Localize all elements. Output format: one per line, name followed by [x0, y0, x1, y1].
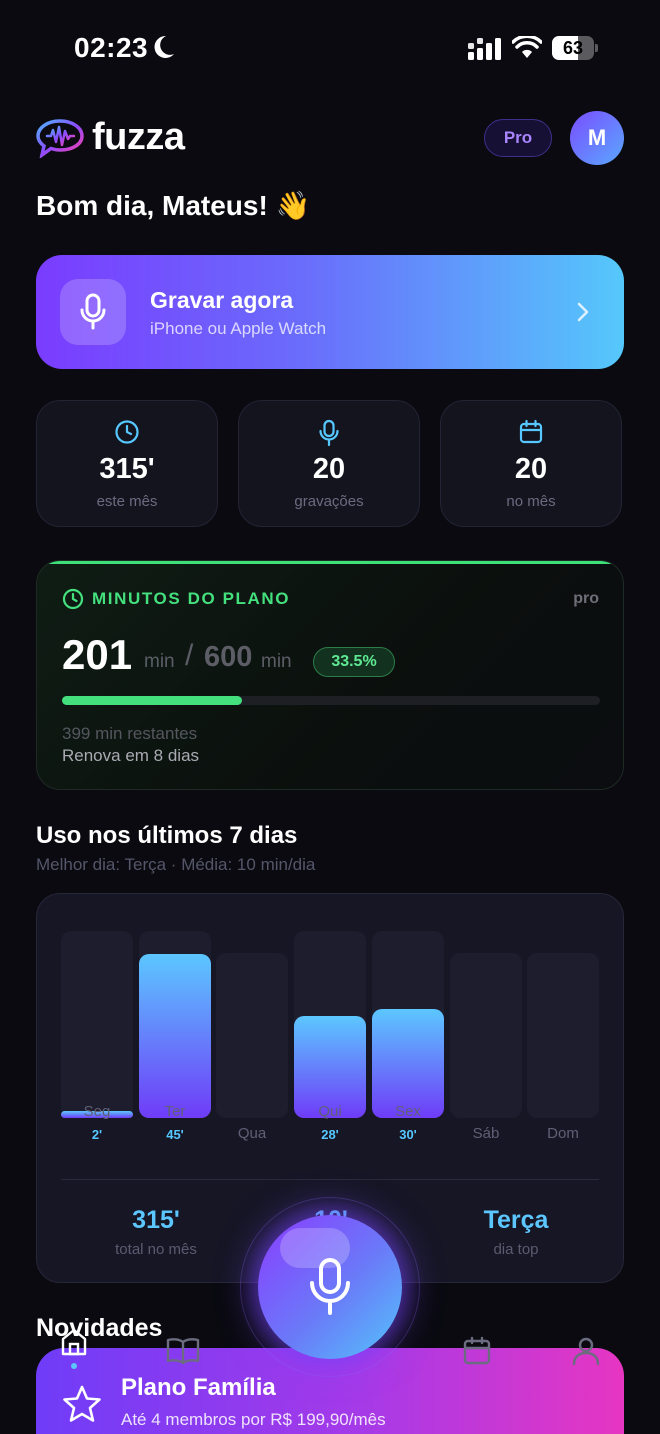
record-now-button[interactable]: Gravar agora iPhone ou Apple Watch: [36, 255, 624, 369]
usage-day-value: 2': [91, 1127, 103, 1142]
fab-highlight: [280, 1228, 350, 1268]
usage-day-label: Qua: [237, 1125, 267, 1142]
battery-icon: 63: [552, 36, 598, 60]
usage-bar: [372, 1009, 444, 1118]
stat-card-minutes: 315' este mês: [36, 400, 218, 527]
usage-summary-top-day: Terça dia top: [426, 1206, 606, 1258]
pro-badge-button[interactable]: Pro: [484, 119, 552, 157]
usage-day-label: Sáb: [472, 1125, 500, 1142]
greeting: Bom dia, Mateus! 👋: [36, 190, 311, 221]
usage-bar-slot: [372, 931, 444, 1118]
stat-label: gravações: [294, 493, 364, 510]
record-mic-box: [60, 279, 126, 345]
wifi-icon: [512, 36, 542, 58]
tab-person-icon[interactable]: [571, 1336, 601, 1366]
usage-day-label: Qui: [318, 1103, 342, 1120]
usage-day-value: 30': [399, 1127, 417, 1142]
usage-day-label: Sex: [395, 1103, 421, 1120]
usage-day-label: Seg: [83, 1103, 111, 1120]
plan-percent-badge: 33.5%: [313, 647, 395, 677]
mic-icon: [319, 419, 339, 447]
stat-card-month: 20 no mês: [440, 400, 622, 527]
status-bar: 02:23 63: [0, 0, 660, 90]
record-subtitle: iPhone ou Apple Watch: [150, 319, 327, 338]
usage-bar: [139, 954, 211, 1118]
usage-day-value: 28': [321, 1127, 339, 1142]
stat-card-recordings: 20 gravações: [238, 400, 420, 527]
moon-icon: [154, 35, 174, 58]
family-plan-title: Plano Família: [121, 1374, 276, 1401]
usage-bar-slot: [450, 953, 522, 1118]
summary-label: total no mês: [115, 1241, 197, 1258]
usage-bar-slot: [139, 931, 211, 1118]
usage-bar-slot: [61, 931, 133, 1118]
plan-minutes-card: MINUTOS DO PLANO pro 201 min / 600 min 3…: [36, 560, 624, 790]
tab-book-icon[interactable]: [166, 1336, 200, 1366]
chevron-right-icon: [577, 302, 589, 322]
logo-icon: [36, 118, 84, 158]
usage-day-value: 45': [166, 1127, 184, 1142]
stat-value: 20: [514, 453, 548, 485]
clock-icon: [62, 588, 84, 610]
usage-day-label: Ter: [164, 1103, 186, 1120]
plan-progress-track: [62, 696, 600, 705]
plan-total-unit: min: [261, 651, 292, 672]
plan-remaining: 399 min restantes: [62, 724, 198, 743]
summary-value: 315': [132, 1206, 180, 1234]
stat-value: 20: [312, 453, 346, 485]
plan-used-unit: min: [144, 651, 175, 672]
usage-bar-slot: [527, 953, 599, 1118]
usage-bar-slot: [294, 931, 366, 1118]
calendar-icon: [519, 419, 543, 444]
tab-home-icon[interactable]: [60, 1327, 88, 1357]
tab-active-indicator: [71, 1363, 77, 1369]
plan-total-minutes: 600: [204, 641, 253, 673]
stat-label: este mês: [96, 493, 158, 510]
plan-separator: /: [185, 639, 194, 672]
usage-summary-total: 315' total no mês: [66, 1206, 246, 1258]
news-title: Novidades: [36, 1314, 163, 1342]
summary-value: Terça: [483, 1206, 549, 1234]
battery-level: 63: [562, 38, 584, 58]
star-icon: [63, 1385, 101, 1422]
usage-bar-slot: [216, 953, 288, 1118]
avatar-button[interactable]: M: [570, 111, 624, 165]
mic-icon: [80, 293, 106, 330]
app-logo: fuzza: [36, 116, 185, 159]
usage-subtitle: Melhor dia: Terça · Média: 10 min/dia: [36, 855, 316, 874]
app-name: fuzza: [92, 116, 185, 158]
plan-tier: pro: [573, 590, 599, 607]
stat-value: 315': [99, 453, 155, 485]
stat-label: no mês: [506, 493, 556, 510]
signal-icon: [468, 38, 501, 60]
clock-icon: [115, 420, 139, 444]
plan-progress-fill: [62, 696, 243, 705]
plan-renew: Renova em 8 dias: [62, 746, 200, 765]
status-time: 02:23: [74, 32, 149, 63]
tab-calendar-icon[interactable]: [462, 1336, 492, 1366]
summary-label: dia top: [493, 1241, 539, 1258]
usage-day-label: Dom: [547, 1125, 579, 1142]
plan-used-minutes: 201: [62, 631, 133, 678]
usage-title: Uso nos últimos 7 dias: [36, 822, 298, 849]
family-plan-subtitle: Até 4 membros por R$ 199,90/mês: [121, 1410, 386, 1429]
plan-heading: MINUTOS DO PLANO: [92, 589, 291, 608]
record-title: Gravar agora: [150, 287, 294, 313]
